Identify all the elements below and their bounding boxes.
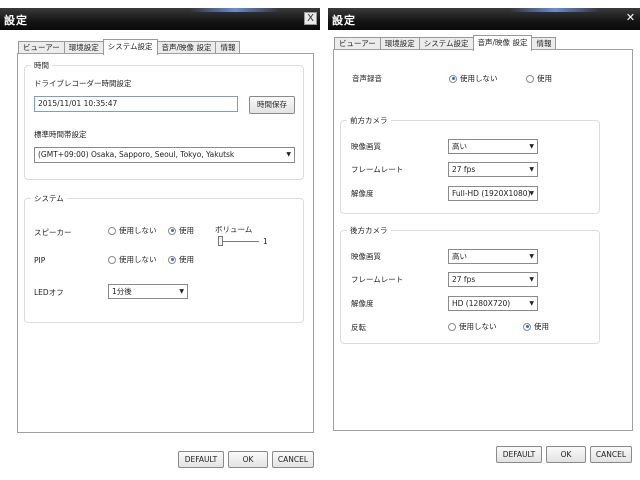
pip-off-label: 使用しない (119, 255, 157, 264)
rear-quality-label: 映像画質 (351, 252, 381, 261)
rear-framerate-value: 27 fps (452, 275, 476, 284)
volume-value: 1 (263, 237, 268, 246)
chevron-down-icon: ▼ (179, 288, 184, 295)
volume-label: ボリューム (215, 225, 253, 234)
title-bar: 設定 X (0, 8, 320, 30)
default-button[interactable]: DEFAULT (178, 451, 224, 468)
tab-panel: 音声録音 使用しない 使用 前方カメラ 映像画質 高い ▼ フレームレート 27… (333, 49, 633, 431)
pip-label: PIP (34, 256, 46, 265)
flip-off-label: 使用しない (459, 322, 497, 331)
speaker-on-label: 使用 (179, 226, 194, 235)
timezone-select[interactable]: (GMT+09:00) Osaka, Sapporo, Seoul, Tokyo… (34, 147, 295, 163)
audio-on-label: 使用 (537, 74, 552, 83)
flip-on-radio[interactable]: 使用 (523, 321, 549, 332)
radio-circle-icon (108, 255, 116, 264)
speaker-on-radio[interactable]: 使用 (168, 225, 194, 236)
flip-on-label: 使用 (534, 322, 549, 331)
system-group-label: システム (31, 193, 67, 204)
chevron-down-icon: ▼ (529, 143, 534, 150)
front-quality-label: 映像画質 (351, 142, 381, 151)
front-resolution-value: Full-HD (1920X1080) (452, 189, 531, 198)
front-framerate-value: 27 fps (452, 165, 476, 174)
speaker-off-radio[interactable]: 使用しない (108, 225, 157, 236)
volume-slider-thumb[interactable] (218, 236, 223, 246)
front-camera-group: 前方カメラ 映像画質 高い ▼ フレームレート 27 fps ▼ 解像度 Ful… (340, 115, 600, 214)
rear-quality-value: 高い (452, 252, 467, 261)
tab-panel: 時間 ドライブレコーダー時間設定 2015/11/01 10:35:47 時間保… (17, 53, 314, 433)
led-off-select[interactable]: 1分後 ▼ (108, 284, 188, 299)
audio-record-label: 音声録音 (352, 74, 382, 83)
pip-off-radio[interactable]: 使用しない (108, 254, 157, 265)
ok-button[interactable]: OK (546, 446, 586, 463)
radio-circle-icon (526, 74, 534, 83)
rear-resolution-select[interactable]: HD (1280X720) ▼ (448, 296, 538, 311)
title-bar: 設定 ✕ (328, 8, 640, 30)
window-title: 設定 (332, 14, 356, 27)
cancel-button[interactable]: CANCEL (590, 446, 632, 463)
rear-framerate-label: フレームレート (351, 275, 404, 284)
front-camera-label: 前方カメラ (347, 115, 391, 126)
chevron-down-icon: ▼ (529, 276, 534, 283)
default-button[interactable]: DEFAULT (496, 446, 542, 463)
speaker-label: スピーカー (34, 228, 72, 237)
cancel-button[interactable]: CANCEL (272, 451, 314, 468)
chevron-down-icon: ▼ (529, 190, 534, 197)
timezone-value: (GMT+09:00) Osaka, Sapporo, Seoul, Tokyo… (38, 150, 235, 159)
rear-resolution-label: 解像度 (351, 299, 374, 308)
chevron-down-icon: ▼ (529, 253, 534, 260)
timezone-label: 標準時間帯設定 (34, 130, 87, 139)
audio-off-radio[interactable]: 使用しない (449, 73, 498, 84)
system-group: システム スピーカー 使用しない 使用 ボリューム 1 PIP 使用しない 使用 (24, 193, 304, 323)
time-group-label: 時間 (31, 60, 52, 71)
time-group: 時間 ドライブレコーダー時間設定 2015/11/01 10:35:47 時間保… (24, 60, 304, 180)
rear-resolution-value: HD (1280X720) (452, 299, 511, 308)
radio-circle-icon (108, 226, 116, 235)
rear-camera-group: 後方カメラ 映像画質 高い ▼ フレームレート 27 fps ▼ 解像度 HD … (340, 225, 600, 344)
close-icon[interactable]: ✕ (624, 12, 637, 25)
front-resolution-label: 解像度 (351, 189, 374, 198)
front-framerate-select[interactable]: 27 fps ▼ (448, 162, 538, 177)
save-time-button[interactable]: 時間保存 (249, 96, 295, 114)
front-framerate-label: フレームレート (351, 165, 404, 174)
pip-on-radio[interactable]: 使用 (168, 254, 194, 265)
ok-button[interactable]: OK (228, 451, 268, 468)
front-resolution-select[interactable]: Full-HD (1920X1080) ▼ (448, 186, 538, 201)
volume-slider-track (219, 241, 259, 242)
close-icon[interactable]: X (304, 12, 317, 25)
radio-circle-icon (448, 322, 456, 331)
audio-off-label: 使用しない (460, 74, 498, 83)
settings-window-audio-video: 設定 ✕ ビューアー 環境設定 システム設定 音声/映像 設定 情報 音声録音 … (328, 0, 640, 480)
radio-selected-icon (168, 226, 176, 235)
radio-selected-icon (523, 322, 531, 331)
audio-on-radio[interactable]: 使用 (526, 73, 552, 84)
title-bar-decoration (510, 8, 600, 12)
led-off-value: 1分後 (112, 287, 132, 296)
settings-window-system: 設定 X ビューアー 環境設定 システム設定 音声/映像 設定 情報 時間 ドラ… (0, 0, 320, 480)
datetime-field[interactable]: 2015/11/01 10:35:47 (34, 96, 238, 112)
tab-bar: ビューアー 環境設定 システム設定 音声/映像 設定 情報 (334, 35, 557, 51)
flip-label: 反転 (351, 323, 366, 332)
recorder-time-label: ドライブレコーダー時間設定 (34, 79, 132, 88)
chevron-down-icon: ▼ (286, 151, 291, 158)
rear-framerate-select[interactable]: 27 fps ▼ (448, 272, 538, 287)
window-title: 設定 (4, 14, 28, 27)
front-quality-value: 高い (452, 142, 467, 151)
led-off-label: LEDオフ (34, 288, 64, 297)
tab-audio-video[interactable]: 音声/映像 設定 (472, 35, 533, 51)
front-quality-select[interactable]: 高い ▼ (448, 139, 538, 154)
radio-selected-icon (449, 74, 457, 83)
tab-bar: ビューアー 環境設定 システム設定 音声/映像 設定 情報 (18, 39, 241, 55)
chevron-down-icon: ▼ (529, 166, 534, 173)
speaker-off-label: 使用しない (119, 226, 157, 235)
pip-on-label: 使用 (179, 255, 194, 264)
radio-selected-icon (168, 255, 176, 264)
tab-system[interactable]: システム設定 (102, 39, 158, 55)
rear-quality-select[interactable]: 高い ▼ (448, 249, 538, 264)
rear-camera-label: 後方カメラ (347, 225, 391, 236)
title-bar-decoration (190, 8, 280, 12)
flip-off-radio[interactable]: 使用しない (448, 321, 497, 332)
chevron-down-icon: ▼ (529, 300, 534, 307)
